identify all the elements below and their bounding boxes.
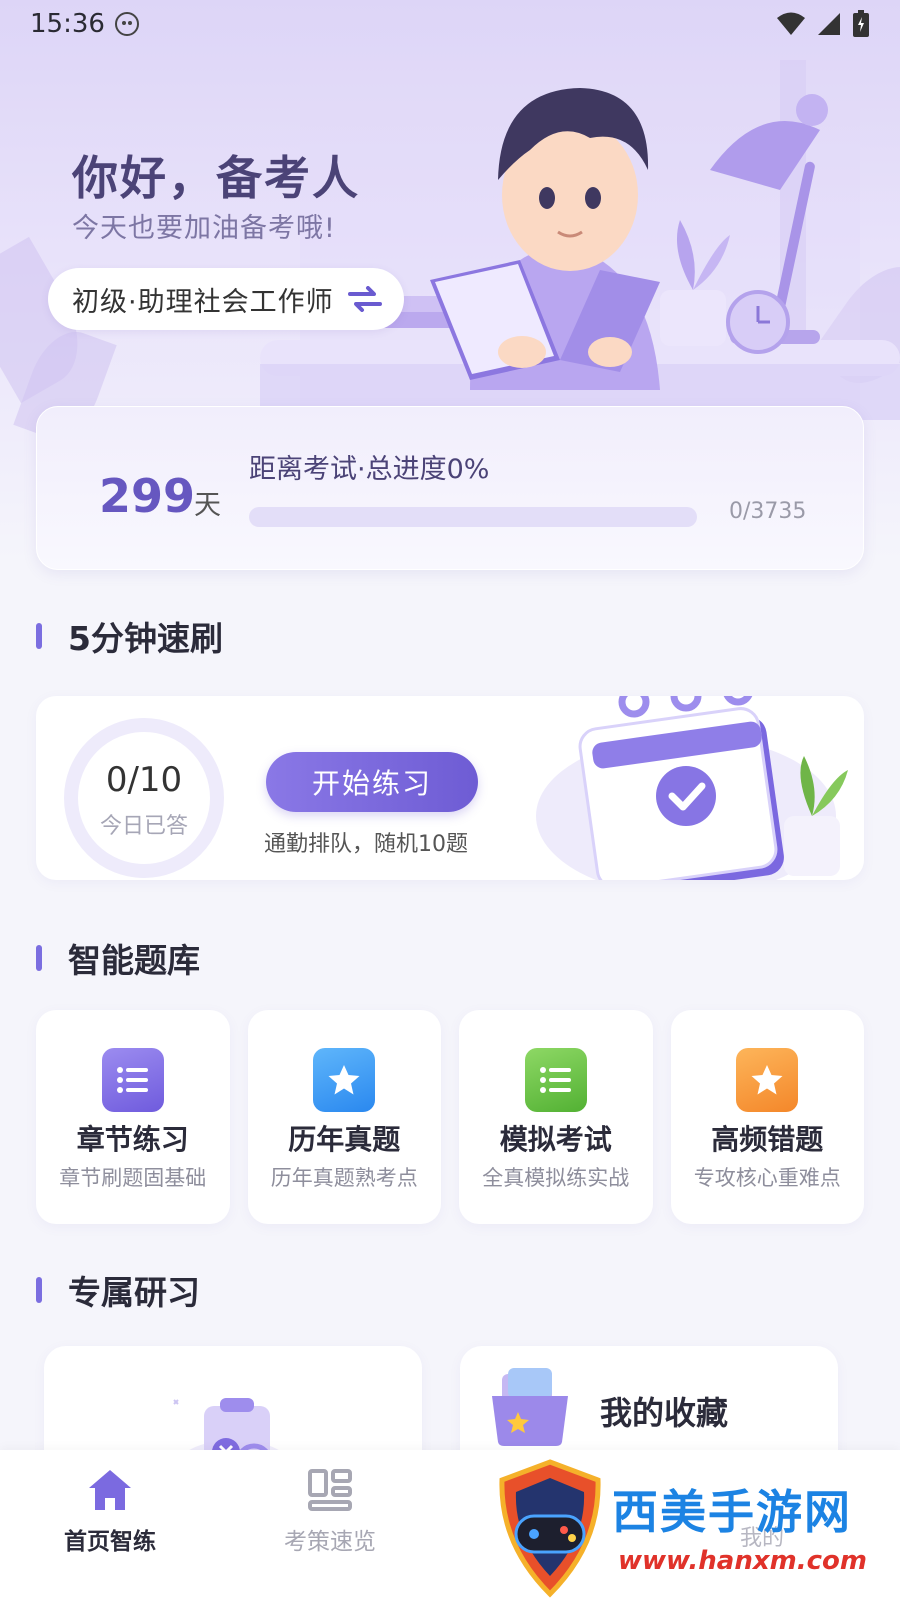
status-bar: 15:36: [0, 0, 900, 48]
gamepad-shield-logo: [499, 1459, 601, 1598]
question-bank-grid: 章节练习 章节刷题固基础 历年真题 历年真题熟考点 模拟考试 全真模拟练实战 高…: [36, 1010, 864, 1224]
section-title-study: 专属研习: [68, 1273, 200, 1312]
list-icon: [524, 1048, 587, 1112]
nav-home-label: 首页智练: [64, 1529, 156, 1555]
bank-item-title: 高频错题: [711, 1123, 824, 1156]
notification-face-icon: [114, 12, 139, 36]
section-exclusive-study: 专属研习: [36, 1266, 200, 1314]
site-watermark: 西美手游网 www.hanxm.com: [494, 1452, 900, 1600]
exam-countdown-card[interactable]: 299 天 距离考试·总进度0% 0/3735: [36, 406, 864, 570]
section-accent-bar: [36, 1277, 42, 1303]
favorites-label: 我的收藏: [600, 1394, 729, 1432]
section-quick-practice: 5分钟速刷: [36, 612, 223, 660]
section-title-bank: 智能题库: [68, 941, 200, 980]
exam-level-label: 初级·助理社会工作师: [72, 286, 334, 318]
student-reading-illustration: [260, 60, 900, 420]
exam-level-switcher[interactable]: 初级·助理社会工作师: [48, 268, 404, 330]
nav-home[interactable]: 首页智练: [30, 1468, 190, 1556]
list-icon: [101, 1048, 164, 1112]
watermark-url: www.hanxm.com: [618, 1546, 867, 1576]
swap-arrows-icon: [347, 286, 382, 312]
answered-label: 今日已答: [99, 814, 188, 839]
progress-count: 0/3735: [729, 499, 807, 524]
bank-item-title: 模拟考试: [499, 1123, 612, 1156]
status-time: 15:36: [30, 9, 105, 39]
favorites-box-icon: [492, 1368, 568, 1446]
watermark-title: 西美手游网: [612, 1485, 852, 1539]
bank-item-title: 章节练习: [76, 1123, 189, 1156]
greeting-subtitle: 今天也要加油备考哦!: [72, 213, 336, 244]
bank-item-mock-exam[interactable]: 模拟考试 全真模拟练实战: [459, 1010, 653, 1224]
star-icon: [736, 1048, 799, 1112]
days-remaining: 299: [99, 469, 196, 523]
bank-item-subtitle: 专攻核心重难点: [693, 1166, 841, 1190]
bank-item-title: 历年真题: [288, 1123, 401, 1156]
battery-icon: [853, 10, 869, 37]
greeting-title: 你好，备考人: [72, 151, 360, 205]
bank-item-frequent-mistakes[interactable]: 高频错题 专攻核心重难点: [670, 1010, 864, 1224]
section-question-bank: 智能题库: [36, 934, 200, 982]
answered-count: 0/10: [105, 760, 183, 800]
quick-practice-card: 0/10 今日已答 开始练习 通勤排队，随机10题: [36, 696, 864, 880]
bank-item-subtitle: 历年真题熟考点: [270, 1166, 418, 1190]
days-unit: 天: [194, 490, 221, 521]
grid-icon: [308, 1469, 352, 1511]
star-icon: [313, 1048, 376, 1112]
wifi-icon: [777, 12, 805, 35]
section-accent-bar: [36, 945, 42, 971]
calendar-check-illustration: [536, 696, 848, 880]
signal-icon: [818, 13, 840, 35]
bank-item-chapter-practice[interactable]: 章节练习 章节刷题固基础: [36, 1010, 230, 1224]
nav-exam-guide[interactable]: 考策速览: [250, 1468, 410, 1556]
section-accent-bar: [36, 623, 42, 649]
bank-item-subtitle: 章节刷题固基础: [59, 1166, 207, 1190]
home-icon: [89, 1470, 131, 1510]
bank-item-past-papers[interactable]: 历年真题 历年真题熟考点: [247, 1010, 441, 1224]
start-practice-button[interactable]: 开始练习: [266, 752, 478, 812]
progress-label: 距离考试·总进度0%: [249, 454, 490, 485]
bank-item-subtitle: 全真模拟练实战: [482, 1166, 630, 1190]
section-title-quick: 5分钟速刷: [68, 619, 223, 658]
nav-guide-label: 考策速览: [284, 1529, 376, 1555]
quick-practice-description: 通勤排队，随机10题: [264, 832, 468, 857]
progress-bar: [249, 507, 697, 527]
